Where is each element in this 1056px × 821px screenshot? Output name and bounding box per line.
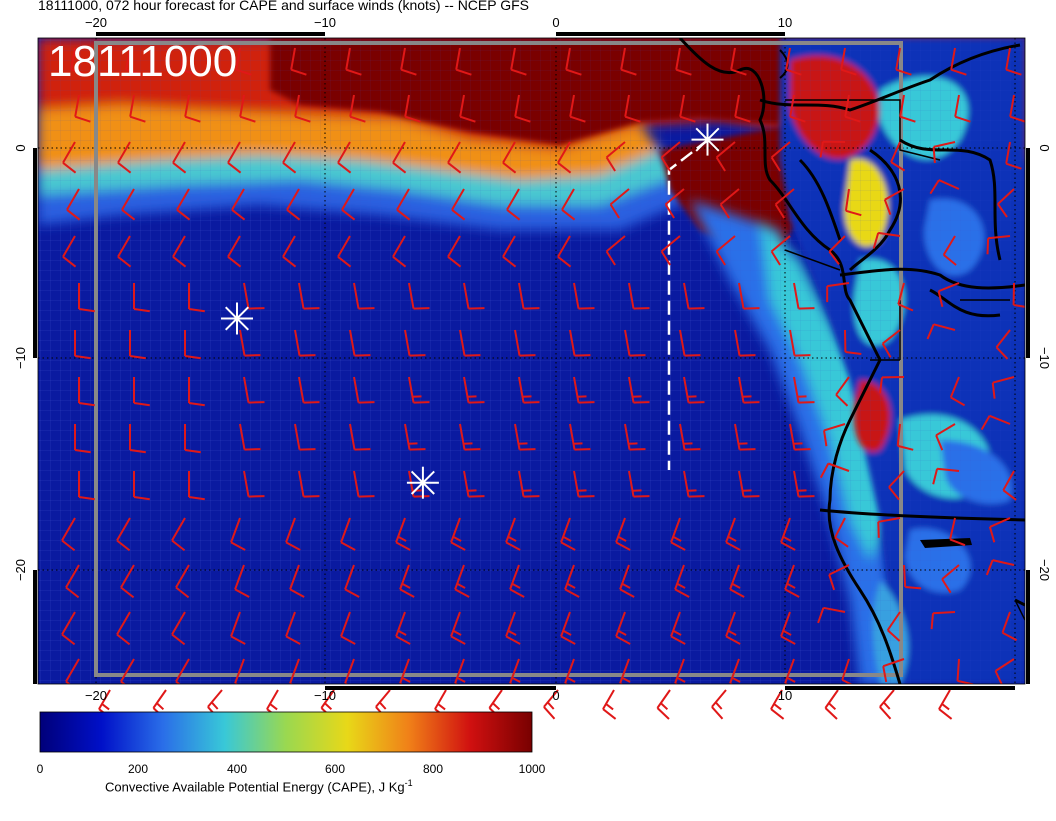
figure-title: 18111000, 072 hour forecast for CAPE and… xyxy=(38,0,530,13)
colorbar-label: Convective Available Potential Energy (C… xyxy=(105,778,413,794)
wind-barb xyxy=(824,689,839,720)
x-tick-bottom: −10 xyxy=(314,688,336,703)
colorbar-gradient xyxy=(39,711,533,753)
x-tick-bottom: −20 xyxy=(85,688,107,703)
y-tick-left: −20 xyxy=(13,559,28,581)
map-panel: −20 −10 0 10 −20 −10 0 10 0 −10 −20 0 −1… xyxy=(0,0,1056,816)
colorbar-label-text: Convective Available Potential Energy (C… xyxy=(105,779,405,795)
y-tick-right: −10 xyxy=(1037,347,1052,369)
colorbar-tick: 1000 xyxy=(519,762,546,776)
wind-barb xyxy=(602,689,617,720)
colorbar: 0 200 400 600 800 1000 xyxy=(37,711,546,776)
map-svg: −20 −10 0 10 −20 −10 0 10 0 −10 −20 0 −1… xyxy=(13,15,1052,776)
colorbar-tick: 600 xyxy=(325,762,345,776)
cape-field xyxy=(38,38,1025,684)
asterisk-marker xyxy=(691,123,724,156)
y-tick-right: −20 xyxy=(1037,559,1052,581)
wind-barb xyxy=(656,689,671,720)
x-tick-top: −20 xyxy=(85,15,107,30)
colorbar-tick: 0 xyxy=(37,762,44,776)
x-tick-bottom: 0 xyxy=(552,688,559,703)
colorbar-tick: 400 xyxy=(227,762,247,776)
timestamp-label: 18111000 xyxy=(48,37,238,86)
colorbar-label-exponent: -1 xyxy=(404,778,413,788)
x-tick-bottom: 10 xyxy=(778,688,792,703)
wind-barb xyxy=(879,689,895,720)
colorbar-tick: 200 xyxy=(128,762,148,776)
wind-barb xyxy=(711,689,727,720)
y-tick-left: 0 xyxy=(13,144,28,151)
y-tick-right: 0 xyxy=(1037,144,1052,151)
x-tick-top: 0 xyxy=(552,15,559,30)
asterisk-marker xyxy=(406,466,439,499)
asterisk-marker xyxy=(221,302,253,335)
x-tick-top: −10 xyxy=(314,15,336,30)
x-tick-top: 10 xyxy=(778,15,792,30)
wind-barb xyxy=(938,689,953,720)
y-tick-left: −10 xyxy=(13,347,28,369)
colorbar-tick: 800 xyxy=(423,762,443,776)
